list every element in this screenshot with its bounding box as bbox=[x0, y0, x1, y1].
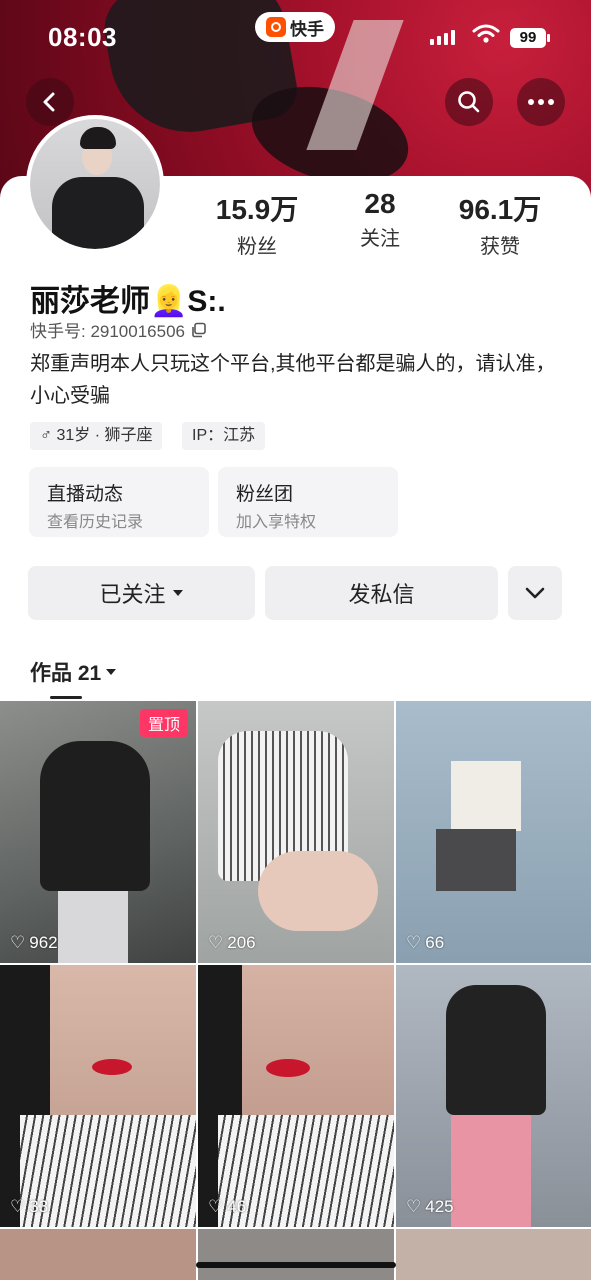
avatar-hair bbox=[80, 127, 116, 149]
like-count-value: 425 bbox=[425, 1197, 454, 1216]
home-indicator[interactable] bbox=[196, 1262, 396, 1268]
like-count: ♡ 425 bbox=[406, 1197, 454, 1217]
stat-following[interactable]: 28 关注 bbox=[330, 188, 430, 251]
search-icon bbox=[458, 91, 480, 113]
thumb-skirt bbox=[436, 829, 516, 891]
feature-title: 粉丝团 bbox=[236, 484, 294, 505]
video-thumbnail[interactable]: ♡ 46 bbox=[198, 965, 394, 1227]
search-button[interactable] bbox=[445, 78, 493, 126]
caret-down-icon bbox=[172, 590, 183, 596]
heart-icon: ♡ bbox=[406, 933, 422, 952]
kuaishou-id-row[interactable]: 快手号: 2910016506 bbox=[30, 317, 207, 342]
app-pill-label: 快手 bbox=[290, 19, 324, 39]
thumb-legs bbox=[58, 891, 128, 963]
stat-value: 28 bbox=[364, 188, 396, 219]
message-button-label: 发私信 bbox=[348, 582, 415, 607]
fan-group-card[interactable]: 粉丝团 加入享特权 bbox=[218, 467, 398, 537]
more-dots-icon bbox=[528, 99, 554, 105]
profile-name: 丽莎老师👱‍♀️S:. bbox=[30, 285, 226, 318]
thumb-figure bbox=[451, 761, 521, 831]
tag-age-zodiac: ♂ 31岁 · 狮子座 bbox=[30, 422, 163, 450]
stat-label: 获赞 bbox=[480, 236, 520, 258]
status-time: 08:03 bbox=[48, 22, 117, 52]
like-count-value: 46 bbox=[227, 1197, 247, 1216]
like-count-value: 962 bbox=[29, 933, 58, 952]
thumb-legs bbox=[258, 851, 378, 931]
video-thumbnail[interactable] bbox=[0, 1229, 196, 1280]
profile-bio: 郑重声明本人只玩这个平台,其他平台都是骗人的，请认准，小心受骗 bbox=[30, 353, 556, 407]
expand-button[interactable] bbox=[508, 566, 562, 620]
battery-indicator: 99 bbox=[510, 28, 546, 48]
video-thumbnail[interactable] bbox=[198, 1229, 394, 1280]
kuaishou-id: 快手号: 2910016506 bbox=[30, 322, 185, 341]
feature-title: 直播动态 bbox=[47, 484, 124, 505]
tab-underline bbox=[50, 696, 82, 699]
thumb-figure bbox=[446, 985, 546, 1115]
tag-ip-location: IP：江苏 bbox=[182, 422, 266, 450]
chevron-left-icon bbox=[43, 92, 55, 112]
wifi-icon bbox=[472, 24, 500, 43]
app-pill[interactable]: 快手 bbox=[255, 12, 335, 42]
tab-works-label: 作品 21 bbox=[30, 662, 102, 685]
tab-works[interactable]: 作品 21 bbox=[30, 657, 117, 687]
video-thumbnail[interactable]: ♡ 66 bbox=[396, 701, 591, 963]
heart-icon: ♡ bbox=[208, 1197, 224, 1216]
like-count: ♡ 46 bbox=[208, 1197, 246, 1217]
like-count-value: 33 bbox=[29, 1197, 49, 1216]
like-count: ♡ 33 bbox=[10, 1197, 48, 1217]
signal-icon bbox=[430, 30, 455, 45]
stat-fans[interactable]: 15.9万 粉丝 bbox=[207, 188, 307, 259]
video-thumbnail[interactable]: ♡ 206 bbox=[198, 701, 394, 963]
stat-label: 关注 bbox=[360, 228, 400, 250]
battery-tip bbox=[547, 34, 550, 42]
thumb-lips bbox=[92, 1059, 132, 1075]
thumb-lips bbox=[266, 1059, 310, 1077]
stat-label: 粉丝 bbox=[237, 236, 277, 258]
caret-down-icon bbox=[106, 669, 117, 675]
video-thumbnail[interactable]: ♡ 33 bbox=[0, 965, 196, 1227]
like-count-value: 206 bbox=[227, 933, 256, 952]
message-button[interactable]: 发私信 bbox=[265, 566, 498, 620]
video-thumbnail[interactable]: 置顶 ♡ 962 bbox=[0, 701, 196, 963]
thumb-figure bbox=[40, 741, 150, 891]
avatar-body bbox=[52, 177, 144, 249]
live-dynamics-card[interactable]: 直播动态 查看历史记录 bbox=[29, 467, 209, 537]
video-thumbnail[interactable]: ♡ 425 bbox=[396, 965, 591, 1227]
pinned-badge: 置顶 bbox=[139, 709, 188, 737]
avatar[interactable] bbox=[26, 115, 164, 253]
heart-icon: ♡ bbox=[406, 1197, 422, 1216]
like-count-value: 66 bbox=[425, 933, 445, 952]
following-button-label: 已关注 bbox=[99, 582, 166, 607]
heart-icon: ♡ bbox=[10, 933, 26, 952]
stat-likes[interactable]: 96.1万 获赞 bbox=[445, 188, 555, 259]
feature-subtitle: 查看历史记录 bbox=[47, 514, 144, 531]
video-thumbnail[interactable] bbox=[396, 1229, 591, 1280]
feature-subtitle: 加入享特权 bbox=[236, 514, 317, 531]
heart-icon: ♡ bbox=[10, 1197, 26, 1216]
copy-icon[interactable] bbox=[191, 322, 207, 338]
like-count: ♡ 962 bbox=[10, 933, 58, 953]
following-button[interactable]: 已关注 bbox=[28, 566, 255, 620]
more-button[interactable] bbox=[517, 78, 565, 126]
thumb-legs bbox=[451, 1115, 531, 1227]
stat-value: 96.1万 bbox=[458, 194, 542, 225]
heart-icon: ♡ bbox=[208, 933, 224, 952]
kuaishou-logo-icon bbox=[266, 17, 286, 37]
stat-value: 15.9万 bbox=[215, 194, 299, 225]
chevron-down-icon bbox=[525, 587, 545, 599]
like-count: ♡ 206 bbox=[208, 933, 256, 953]
back-button[interactable] bbox=[26, 78, 74, 126]
like-count: ♡ 66 bbox=[406, 933, 444, 953]
